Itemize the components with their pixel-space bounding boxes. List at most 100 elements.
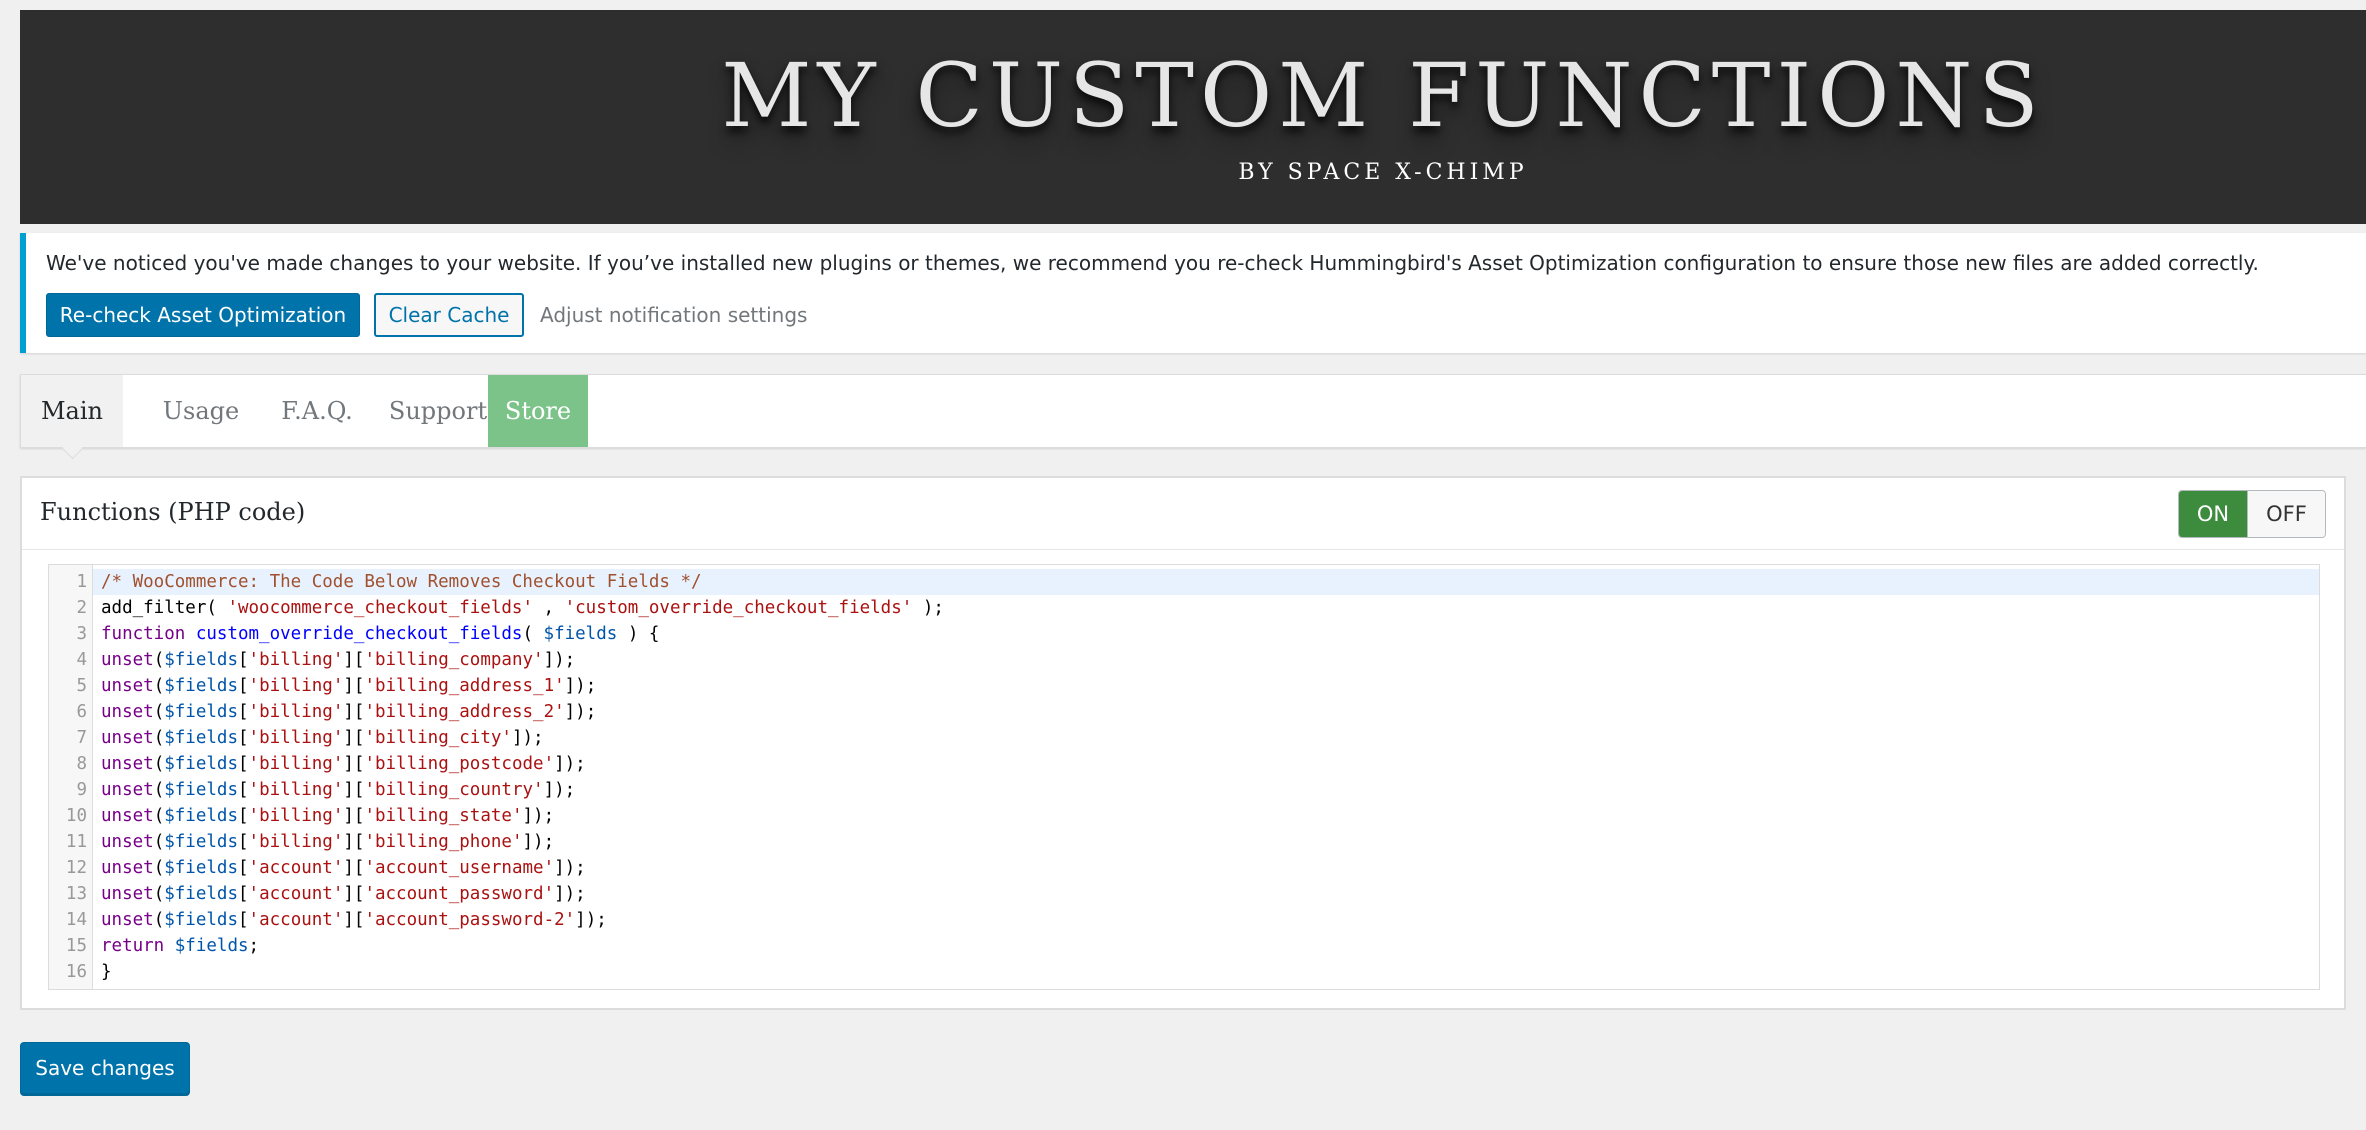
clear-cache-button[interactable]: Clear Cache [374,293,524,337]
code-line: 4 unset($fields['billing']['billing_compa… [49,647,2319,673]
code-text: add_filter( 'woocommerce_checkout_fields… [101,595,944,621]
code-text: unset($fields['billing']['billing_state'… [101,803,554,829]
code-token-plain: ) { [617,624,660,644]
code-line: 12 unset($fields['account']['account_user… [49,855,2319,881]
code-text: unset($fields['account']['account_passwo… [101,881,586,907]
code-text: unset($fields['billing']['billing_postco… [101,751,586,777]
line-number: 13 [65,884,87,904]
code-token-plain: [ [238,754,249,774]
php-code-editor[interactable]: 1 /* WooCommerce: The Code Below Removes … [48,564,2320,990]
tab-faq[interactable]: F.A.Q. [259,375,375,447]
plugin-header-banner: MY CUSTOM FUNCTIONS BY SPACE X-CHIMP [20,10,2366,224]
code-token-plain: ( [153,702,165,722]
tab-store[interactable]: Store [488,375,588,447]
code-token-var: $fields [164,910,238,930]
line-number: 14 [65,910,87,930]
code-token-var: $fields [164,884,238,904]
code-token-plain: ][ [343,780,365,800]
code-token-kw: function [101,624,196,644]
tab-usage[interactable]: Usage [143,375,259,447]
code-token-plain: ]); [564,702,597,722]
code-token-var: $fields [164,754,238,774]
code-token-kw: unset [101,806,154,826]
code-token-plain: ]); [522,832,555,852]
code-token-string: 'billing_company' [364,650,544,670]
code-token-kw: unset [101,832,154,852]
code-token-plain: ); [912,598,944,618]
code-token-plain: [ [238,910,249,930]
code-token-plain: [ [238,702,249,722]
code-line: 16} [49,959,2319,985]
optimization-notice: We've noticed you've made changes to you… [20,233,2366,353]
code-token-string: 'billing_country' [364,780,544,800]
code-token-plain: ]); [575,910,607,930]
code-text: } [101,959,112,985]
code-text: function custom_override_checkout_fields… [101,621,659,647]
code-token-var: $fields [164,728,238,748]
code-text: unset($fields['billing']['billing_compan… [101,647,575,673]
code-token-string: 'billing_postcode' [364,754,555,774]
code-text: unset($fields['account']['account_passwo… [101,907,607,933]
line-number: 6 [76,702,87,722]
code-token-var: $fields [164,676,238,696]
code-token-plain: ( [153,754,165,774]
code-token-string: 'billing' [248,832,344,852]
code-token-plain: [ [238,832,249,852]
code-token-plain: ]); [554,858,586,878]
code-token-string: 'account_password-2' [364,910,576,930]
code-token-kw: unset [101,780,154,800]
tab-support[interactable]: Support [375,375,501,447]
code-token-var: $fields [164,806,238,826]
code-token-kw: unset [101,650,154,670]
code-token-plain: ( [153,832,165,852]
code-token-string: 'billing_city' [364,728,512,748]
code-token-plain: ]); [511,728,544,748]
code-token-var: $fields [164,858,238,878]
code-line: 13 unset($fields['account']['account_pass… [49,881,2319,907]
code-token-string: 'billing_address_1' [364,676,565,696]
code-line: 2 add_filter( 'woocommerce_checkout_field… [49,595,2319,621]
code-token-plain: add_filter( [101,598,228,618]
line-number: 10 [65,806,87,826]
enable-toggle[interactable]: ON OFF [2178,490,2326,538]
code-text: unset($fields['billing']['billing_addres… [101,699,596,725]
code-token-plain: ][ [343,650,365,670]
code-token-plain: [ [238,858,249,878]
panel-header: Functions (PHP code) ON OFF [22,478,2344,550]
code-token-string: 'account' [248,884,344,904]
toggle-on-button[interactable]: ON [2179,491,2247,537]
adjust-notification-settings-link[interactable]: Adjust notification settings [540,303,807,327]
code-token-plain: ( [153,728,165,748]
code-token-plain: ( [153,858,165,878]
line-number: 15 [65,936,87,956]
code-token-plain: ][ [343,832,365,852]
line-number: 3 [76,624,87,644]
tab-main[interactable]: Main [21,375,123,447]
recheck-asset-optimization-button[interactable]: Re-check Asset Optimization [46,293,360,337]
code-token-kw: unset [101,858,154,878]
code-line: 6 unset($fields['billing']['billing_addre… [49,699,2319,725]
toggle-off-button[interactable]: OFF [2247,491,2325,537]
code-token-var: $fields [164,832,238,852]
code-token-plain: ][ [343,806,365,826]
save-changes-button[interactable]: Save changes [20,1042,190,1094]
code-token-plain: ]); [522,806,555,826]
line-number: 9 [76,780,87,800]
code-line: 1 /* WooCommerce: The Code Below Removes … [49,569,2319,595]
code-token-string: 'account' [248,910,344,930]
code-token-plain: [ [238,728,249,748]
code-token-plain: ]); [554,754,586,774]
code-token-plain: ]); [564,676,597,696]
code-token-plain: ( [153,806,165,826]
code-token-kw: unset [101,676,154,696]
code-token-comment: /* WooCommerce: The Code Below Removes C… [101,572,702,592]
line-number: 12 [65,858,87,878]
code-token-plain: ( [153,884,165,904]
code-text: return $fields; [101,933,259,959]
line-number: 7 [76,728,87,748]
code-token-plain: ]); [543,780,576,800]
line-number: 11 [65,832,87,852]
code-token-plain: ][ [343,910,365,930]
code-line: 3 function custom_override_checkout_field… [49,621,2319,647]
code-token-kw: unset [101,910,154,930]
